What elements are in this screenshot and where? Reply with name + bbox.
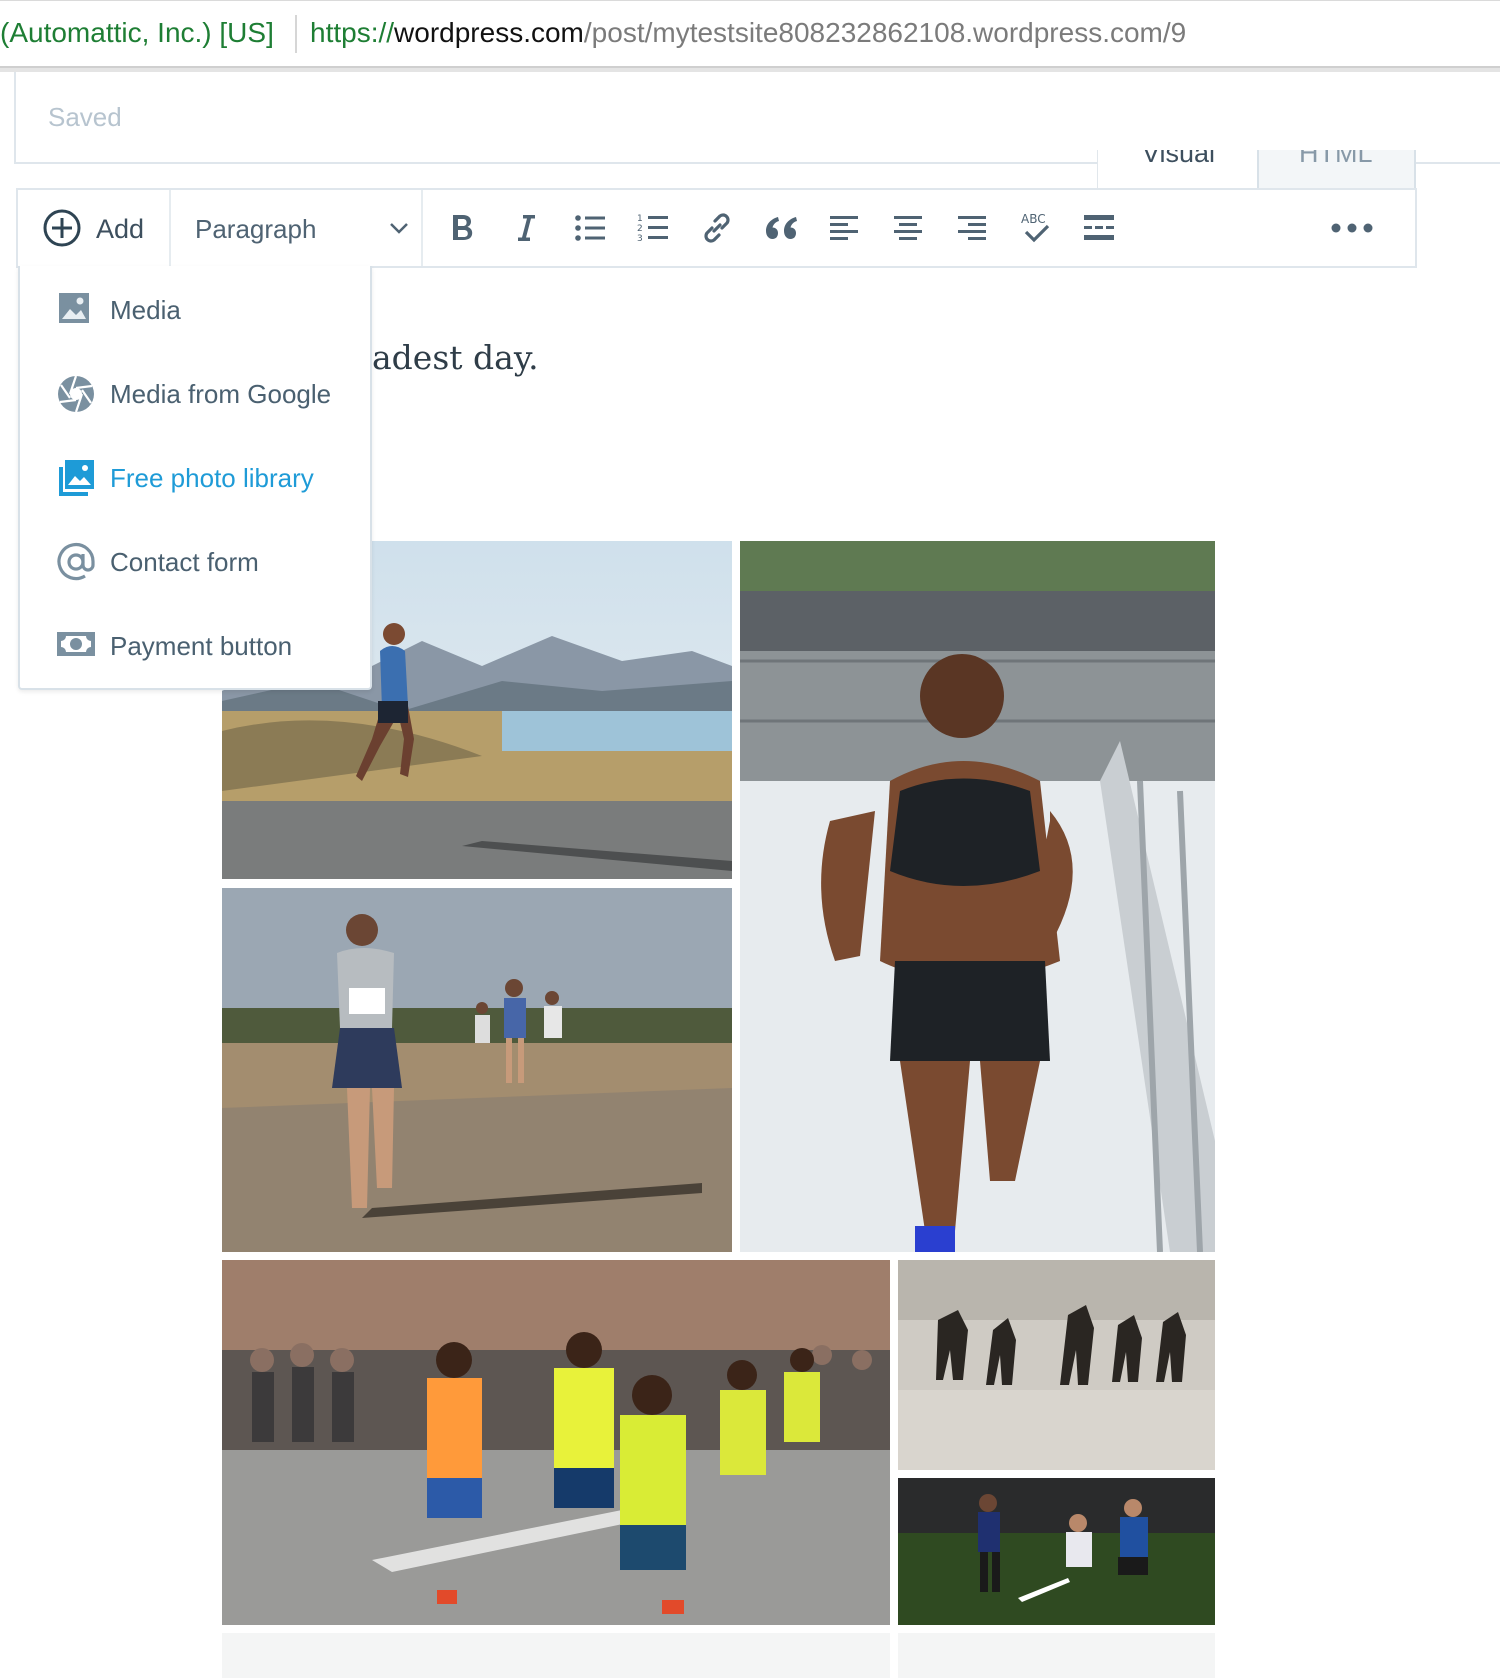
- money-icon: [57, 632, 95, 656]
- align-right-button[interactable]: [948, 204, 996, 252]
- numbered-list-button[interactable]: 1 2 3: [629, 204, 677, 252]
- menu-item-label: Media: [110, 295, 181, 325]
- add-circle-icon: [43, 209, 81, 247]
- link-button[interactable]: [693, 204, 741, 252]
- browser-address-bar[interactable]: (Automattic, Inc.) [US] https://wordpres…: [0, 0, 1500, 68]
- aperture-icon: [58, 375, 94, 413]
- align-center-button[interactable]: [884, 204, 932, 252]
- quote-icon: [766, 217, 797, 239]
- spellcheck-icon: ABC: [1021, 212, 1050, 243]
- list-number-3: 3: [637, 234, 643, 244]
- gallery-image[interactable]: [898, 1478, 1215, 1625]
- align-left-button[interactable]: [820, 204, 868, 252]
- gallery-image[interactable]: [222, 1260, 890, 1625]
- menu-item-media[interactable]: Media: [20, 274, 370, 344]
- sprinter-photo: [740, 541, 1215, 1252]
- menu-item-label: Media from Google: [110, 379, 332, 409]
- link-icon: [704, 213, 730, 243]
- horse-race-photo: [898, 1260, 1215, 1470]
- tab-html[interactable]: HTML: [1257, 150, 1416, 190]
- site-identity: (Automattic, Inc.) [US]: [0, 17, 274, 48]
- gallery-image[interactable]: [898, 1260, 1215, 1470]
- italic-icon: [518, 215, 535, 241]
- more-icon: [1331, 223, 1373, 233]
- menu-item-label: Free photo library: [110, 463, 314, 493]
- bulleted-list-button[interactable]: [566, 204, 614, 252]
- list-number-1: 1: [637, 214, 643, 224]
- marathon-photo: [222, 888, 732, 1252]
- list-number-2: 2: [637, 224, 643, 234]
- chevron-down-icon: [390, 223, 408, 234]
- menu-item-free-photo-library[interactable]: Free photo library: [20, 442, 370, 512]
- url-path: /post/mytestsite808232862108.wordpress.c…: [583, 17, 1187, 48]
- menu-item-label: Contact form: [110, 547, 259, 577]
- tab-visual-label: Visual: [1142, 150, 1216, 168]
- marathon-pack-photo: [222, 1260, 890, 1625]
- url-text[interactable]: https://wordpress.com/post/mytestsite808…: [310, 17, 1186, 49]
- url-host: wordpress.com: [394, 17, 584, 48]
- url-scheme: https://: [310, 17, 395, 48]
- add-button[interactable]: Add: [18, 190, 171, 266]
- tab-html-label: HTML: [1299, 150, 1373, 168]
- menu-item-contact-form[interactable]: Contact form: [20, 526, 370, 596]
- menu-item-payment-button[interactable]: Payment button: [20, 610, 370, 680]
- tab-visual[interactable]: Visual: [1097, 150, 1258, 190]
- gallery-image-loading: [898, 1633, 1215, 1678]
- post-body-text[interactable]: adest day.: [372, 338, 539, 377]
- read-more-icon: [1084, 215, 1114, 240]
- field-hockey-photo: [898, 1478, 1215, 1625]
- address-divider: [295, 15, 297, 53]
- add-dropdown-menu: Media Media from Google Free photo libra…: [18, 266, 372, 690]
- bulleted-list-icon: [575, 215, 605, 241]
- photo-library-icon: [59, 460, 94, 496]
- bold-icon: [453, 215, 473, 240]
- editor-toolbar: Add Paragraph 1 2 3 ABC: [16, 188, 1417, 268]
- format-select[interactable]: Paragraph: [171, 190, 423, 266]
- bold-button[interactable]: [438, 204, 486, 252]
- gallery-image-loading: [222, 1633, 890, 1678]
- align-right-icon: [958, 216, 986, 240]
- format-value: Paragraph: [195, 214, 317, 244]
- image-icon: [59, 293, 89, 323]
- menu-item-label: Payment button: [110, 631, 293, 661]
- at-icon: [57, 542, 95, 581]
- spellcheck-text: ABC: [1021, 212, 1046, 226]
- save-status: Saved: [48, 102, 122, 132]
- gallery-image[interactable]: [222, 888, 732, 1252]
- menu-item-media-google[interactable]: Media from Google: [20, 358, 370, 428]
- read-more-button[interactable]: [1075, 204, 1123, 252]
- numbered-list-icon: 1 2 3: [637, 214, 668, 244]
- quote-button[interactable]: [757, 204, 805, 252]
- gallery-image[interactable]: [740, 541, 1215, 1252]
- spellcheck-button[interactable]: ABC: [1012, 204, 1060, 252]
- align-center-icon: [894, 216, 922, 240]
- align-left-icon: [830, 216, 858, 240]
- more-button[interactable]: [1328, 204, 1376, 252]
- add-label: Add: [96, 214, 145, 244]
- italic-button[interactable]: [502, 204, 550, 252]
